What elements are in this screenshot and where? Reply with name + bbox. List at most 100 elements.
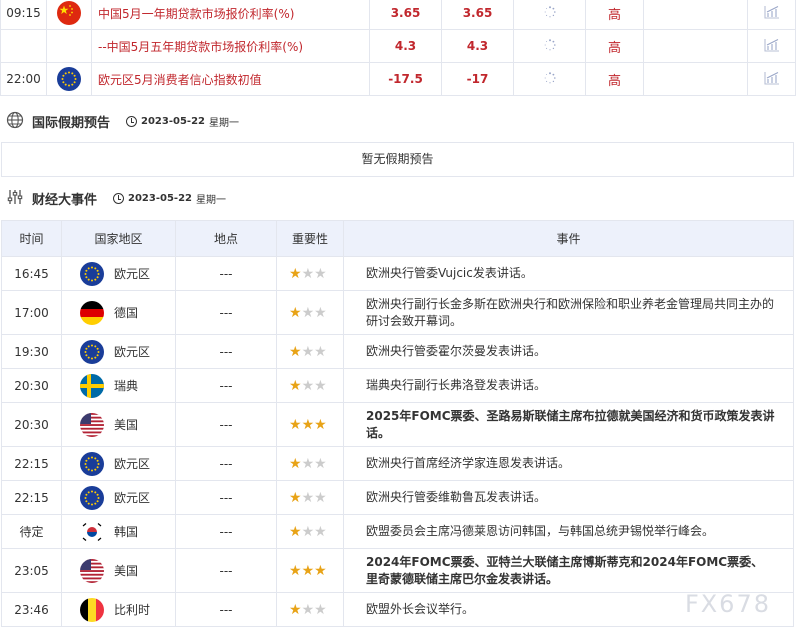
event-row[interactable]: 23:05 美国 --- ★★★ 2024年FOMC票委、亚特兰大联储主席博斯蒂克和20… bbox=[1, 548, 794, 593]
usa-flag-icon bbox=[80, 558, 104, 583]
event-time: 20:30 bbox=[1, 402, 62, 447]
holiday-section-title: 国际假期预告 bbox=[32, 115, 111, 131]
data-effect-cell bbox=[643, 0, 748, 30]
event-row[interactable]: 19:30 欧元区 --- ★★★ 欧洲央行管委霍尔茨曼发表讲话。 bbox=[1, 334, 794, 369]
star-icon: ★ bbox=[314, 377, 327, 394]
eu-flag-icon bbox=[80, 451, 104, 476]
star-icon: ★ bbox=[314, 601, 327, 618]
data-previous: 4.3 bbox=[369, 29, 442, 63]
event-row[interactable]: 20:30 瑞典 --- ★★★ 瑞典央行副行长弗洛登发表讲话。 bbox=[1, 368, 794, 403]
event-importance: ★★★ bbox=[276, 402, 344, 447]
event-country: 欧元区 bbox=[114, 345, 151, 359]
eu-flag-icon bbox=[80, 339, 104, 364]
event-row[interactable]: 17:00 德国 --- ★★★ 欧洲央行副行长金多斯在欧洲央行和欧洲保险和职业养老金管… bbox=[1, 290, 794, 335]
event-row[interactable]: 待定 韩国 --- ★★★ 欧盟委员会主席冯德莱恩访问韩国，与韩国总统尹锡悦举行峰会。 bbox=[1, 514, 794, 549]
star-icon: ★ bbox=[301, 562, 315, 579]
event-location: --- bbox=[175, 446, 277, 481]
data-indicator-name[interactable]: 欧元区5月消费者信心指数初值 bbox=[91, 62, 370, 96]
data-indicator-name[interactable]: --中国5月五年期贷款市场报价利率(%) bbox=[91, 29, 370, 63]
belgium-flag-icon bbox=[80, 597, 104, 622]
star-icon: ★ bbox=[289, 562, 302, 579]
event-country: 美国 bbox=[114, 418, 139, 432]
event-row[interactable]: 23:46 比利时 --- ★★★ 欧盟外长会议举行。 bbox=[1, 592, 794, 627]
event-description: 欧盟委员会主席冯德莱恩访问韩国，与韩国总统尹锡悦举行峰会。 bbox=[343, 514, 794, 549]
star-icon: ★ bbox=[314, 455, 327, 472]
loading-icon bbox=[544, 71, 556, 87]
events-weekday-text: 星期一 bbox=[195, 194, 226, 206]
event-country: 欧元区 bbox=[114, 491, 151, 505]
star-icon: ★ bbox=[289, 377, 302, 394]
data-forecast: -17 bbox=[441, 62, 514, 96]
economic-data-row[interactable]: 09:15 中国5月一年期贷款市场报价利率(%) 3.65 3.65 高 bbox=[0, 0, 796, 30]
star-icon: ★ bbox=[301, 377, 315, 394]
data-chart-cell[interactable] bbox=[747, 62, 796, 96]
header-event: 事件 bbox=[343, 220, 794, 257]
star-icon: ★ bbox=[289, 343, 302, 360]
event-importance: ★★★ bbox=[276, 290, 344, 335]
chart-icon[interactable] bbox=[763, 71, 780, 88]
eu-flag-icon bbox=[80, 261, 104, 286]
header-importance: 重要性 bbox=[276, 220, 344, 257]
data-chart-cell[interactable] bbox=[747, 29, 796, 63]
korea-flag-icon bbox=[80, 519, 104, 544]
star-icon: ★ bbox=[301, 304, 315, 321]
watermark-logo: FX678 bbox=[684, 590, 771, 618]
data-flag-cell bbox=[46, 62, 92, 96]
economic-data-row[interactable]: --中国5月五年期贷款市场报价利率(%) 4.3 4.3 高 bbox=[0, 29, 796, 63]
holiday-section-header: 国际假期预告 2023-05-22 星期一 bbox=[6, 110, 239, 132]
data-effect-cell bbox=[643, 62, 748, 96]
eu-flag-icon bbox=[80, 485, 104, 510]
holiday-section-date: 2023-05-22 星期一 bbox=[126, 114, 239, 129]
event-row[interactable]: 22:15 欧元区 --- ★★★ 欧洲央行管委维勒鲁瓦发表讲话。 bbox=[1, 480, 794, 515]
data-chart-cell[interactable] bbox=[747, 0, 796, 30]
event-country: 韩国 bbox=[114, 525, 139, 539]
event-row[interactable]: 20:30 美国 --- ★★★ 2025年FOMC票委、圣路易斯联储主席布拉德就美国经… bbox=[1, 402, 794, 447]
event-location: --- bbox=[175, 368, 277, 403]
chart-icon[interactable] bbox=[763, 5, 780, 22]
event-country-cell: 韩国 bbox=[61, 514, 176, 549]
clock-icon bbox=[113, 192, 125, 204]
header-time: 时间 bbox=[1, 220, 62, 257]
star-icon: ★ bbox=[289, 265, 302, 282]
event-time: 17:00 bbox=[1, 290, 62, 335]
event-location: --- bbox=[175, 256, 277, 291]
events-section-title: 财经大事件 bbox=[32, 192, 98, 208]
event-country: 欧元区 bbox=[114, 267, 151, 281]
data-importance: 高 bbox=[585, 62, 644, 96]
star-icon: ★ bbox=[314, 523, 327, 540]
star-icon: ★ bbox=[301, 489, 315, 506]
event-time: 22:15 bbox=[1, 446, 62, 481]
star-icon: ★ bbox=[289, 304, 302, 321]
globe-icon bbox=[6, 111, 24, 132]
economic-data-table: 09:15 中国5月一年期贷款市场报价利率(%) 3.65 3.65 高 --中国5月五年… bbox=[0, 0, 796, 96]
star-icon: ★ bbox=[314, 343, 327, 360]
eu-flag-icon bbox=[57, 67, 81, 91]
data-forecast: 3.65 bbox=[441, 0, 514, 30]
data-indicator-name[interactable]: 中国5月一年期贷款市场报价利率(%) bbox=[91, 0, 370, 30]
events-header-row: 时间 国家地区 地点 重要性 事件 bbox=[1, 220, 794, 257]
event-row[interactable]: 16:45 欧元区 --- ★★★ 欧洲央行管委Vujcic发表讲话。 bbox=[1, 256, 794, 291]
holiday-date-text: 2023-05-22 bbox=[141, 115, 205, 127]
star-icon: ★ bbox=[301, 455, 315, 472]
data-forecast: 4.3 bbox=[441, 29, 514, 63]
data-flag-cell bbox=[46, 29, 92, 63]
event-country-cell: 瑞典 bbox=[61, 368, 176, 403]
event-importance: ★★★ bbox=[276, 368, 344, 403]
star-icon: ★ bbox=[301, 601, 315, 618]
clock-icon bbox=[126, 115, 138, 127]
loading-icon bbox=[544, 5, 556, 21]
chart-icon[interactable] bbox=[763, 38, 780, 55]
data-flag-cell bbox=[46, 0, 92, 30]
event-country-cell: 欧元区 bbox=[61, 334, 176, 369]
event-country-cell: 美国 bbox=[61, 402, 176, 447]
star-icon: ★ bbox=[289, 416, 302, 433]
data-previous: 3.65 bbox=[369, 0, 442, 30]
economic-data-row[interactable]: 22:00 欧元区5月消费者信心指数初值 -17.5 -17 高 bbox=[0, 62, 796, 96]
holiday-empty-text: 暂无假期预告 bbox=[361, 152, 434, 166]
star-icon: ★ bbox=[289, 455, 302, 472]
data-time: 22:00 bbox=[0, 62, 47, 96]
star-icon: ★ bbox=[314, 416, 327, 433]
holiday-empty-box: 暂无假期预告 bbox=[1, 142, 794, 177]
data-importance: 高 bbox=[585, 29, 644, 63]
event-row[interactable]: 22:15 欧元区 --- ★★★ 欧洲央行首席经济学家连恩发表讲话。 bbox=[1, 446, 794, 481]
